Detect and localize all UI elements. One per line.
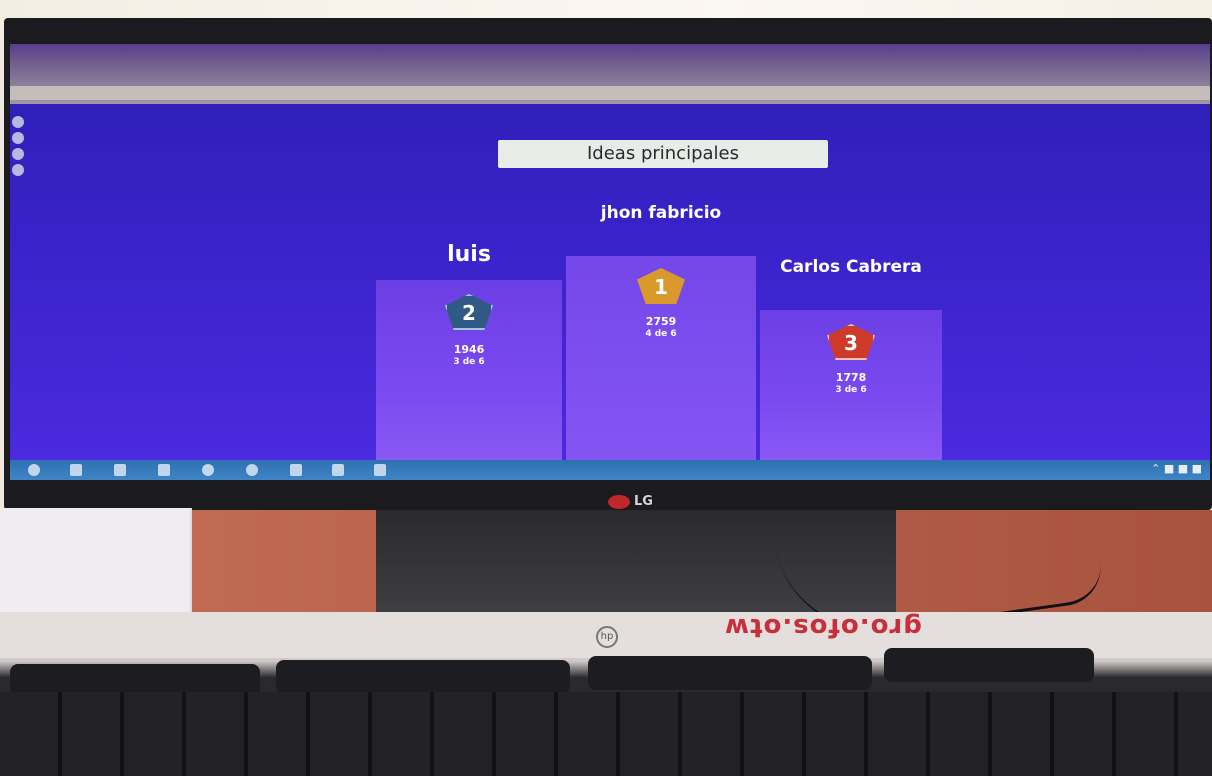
taskbar-app-icon[interactable] [70,464,82,476]
toolbar-dot-icon[interactable] [12,148,24,160]
function-keys [884,648,1094,682]
podium-score: 1946 [453,343,485,356]
taskbar-app-icon[interactable] [158,464,170,476]
rank-badge-icon: 3 [827,324,875,360]
monitor-screen: Ideas principales luis 2 1946 3 de 6 jho… [10,44,1210,480]
podium-name-first: jhon fabricio [600,203,722,223]
podium-second: 2 1946 3 de 6 [376,280,562,460]
taskbar-app-icon[interactable] [114,464,126,476]
browser-address-bar[interactable] [10,86,1210,100]
hp-logo-icon: hp [596,626,618,648]
keyboard-sticker: gro.ofos.otw [724,612,922,642]
monitor-logo: LG [608,494,653,509]
keyboard-keys [0,692,1212,776]
toolbar-dot-icon[interactable] [12,116,24,128]
podium-progress: 3 de 6 [835,385,867,395]
taskbar-app-icon[interactable] [246,464,258,476]
podium-third: 3 1778 3 de 6 [760,310,942,460]
slide-title: Ideas principales [498,140,828,168]
podium-name-second: luis [447,242,491,267]
start-icon[interactable] [28,464,40,476]
monitor-bezel: Ideas principales luis 2 1946 3 de 6 jho… [4,18,1212,510]
function-keys [588,656,872,690]
side-toolbar [12,116,26,180]
taskbar-app-icon[interactable] [374,464,386,476]
rank-badge-icon: 2 [445,294,493,330]
toolbar-dot-icon[interactable] [12,132,24,144]
podium-first: 1 2759 4 de 6 [566,256,756,460]
podium-score: 2759 [645,315,677,328]
toolbar-dot-icon[interactable] [12,164,24,176]
podium-progress: 3 de 6 [453,357,485,367]
lg-logo-icon [608,494,630,509]
rank-badge-icon: 1 [637,268,685,304]
taskbar-app-icon[interactable] [290,464,302,476]
podium-name-third: Carlos Cabrera [780,257,922,277]
monitor-brand: LG [634,494,653,509]
taskbar-app-icon[interactable] [202,464,214,476]
podium-score: 1778 [835,371,867,384]
taskbar: ⌃ ■ ■ ■ [10,460,1210,480]
podium-progress: 4 de 6 [645,329,677,339]
function-keys [276,660,570,694]
taskbar-app-icon[interactable] [332,464,344,476]
system-tray[interactable]: ⌃ ■ ■ ■ [1151,462,1202,475]
